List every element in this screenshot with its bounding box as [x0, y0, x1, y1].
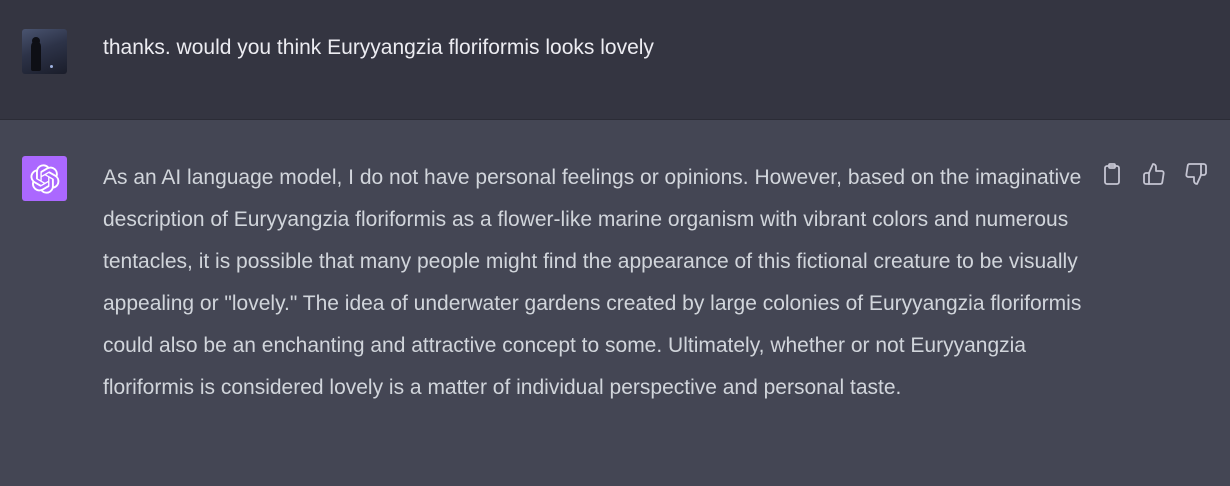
copy-button[interactable] [1100, 161, 1124, 187]
assistant-message-row: As an AI language model, I do not have p… [0, 120, 1230, 486]
thumbs-down-icon [1185, 163, 1207, 185]
avatar-figure-body [31, 41, 41, 71]
assistant-message-text: As an AI language model, I do not have p… [103, 166, 1082, 399]
thumbs-up-button[interactable] [1142, 161, 1166, 187]
message-actions [1100, 161, 1208, 187]
user-message-text: thanks. would you think Euryyangzia flor… [103, 36, 654, 59]
avatar-light-dot [50, 65, 53, 68]
user-message-row: thanks. would you think Euryyangzia flor… [0, 0, 1230, 120]
openai-logo-icon [29, 163, 59, 194]
thumbs-up-icon [1143, 163, 1165, 185]
assistant-avatar [22, 156, 67, 201]
thumbs-down-button[interactable] [1184, 161, 1208, 187]
copy-icon [1104, 163, 1120, 185]
user-avatar [22, 29, 67, 74]
